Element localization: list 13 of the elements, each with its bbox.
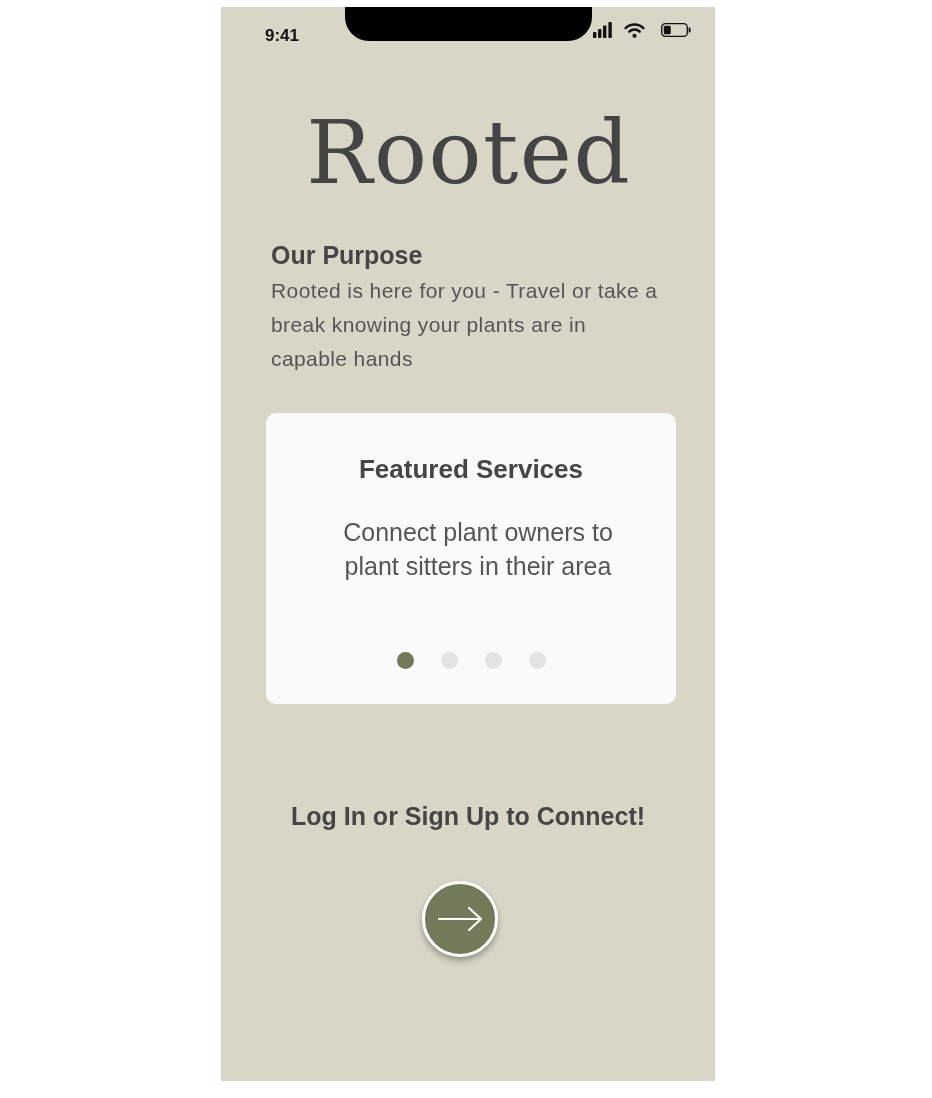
status-time: 9:41	[265, 26, 300, 45]
card-description: Connect plant owners to plant sitters in their area	[342, 517, 614, 582]
next-button[interactable]	[422, 881, 498, 957]
card-title: Featured Services	[359, 453, 583, 485]
signal-icon	[593, 22, 612, 38]
wifi-icon	[623, 22, 646, 38]
battery-icon	[661, 23, 691, 37]
arrow-icon	[437, 906, 483, 932]
cta-text: Log In or Sign Up to Connect!	[290, 801, 646, 831]
section-heading: Our Purpose	[271, 240, 423, 270]
page-indicator-dot[interactable]	[396, 652, 414, 669]
purpose-text: Rooted is here for you - Travel or take a break knowing your plants are in capable hands	[271, 278, 659, 372]
app-title: Rooted	[305, 105, 632, 201]
